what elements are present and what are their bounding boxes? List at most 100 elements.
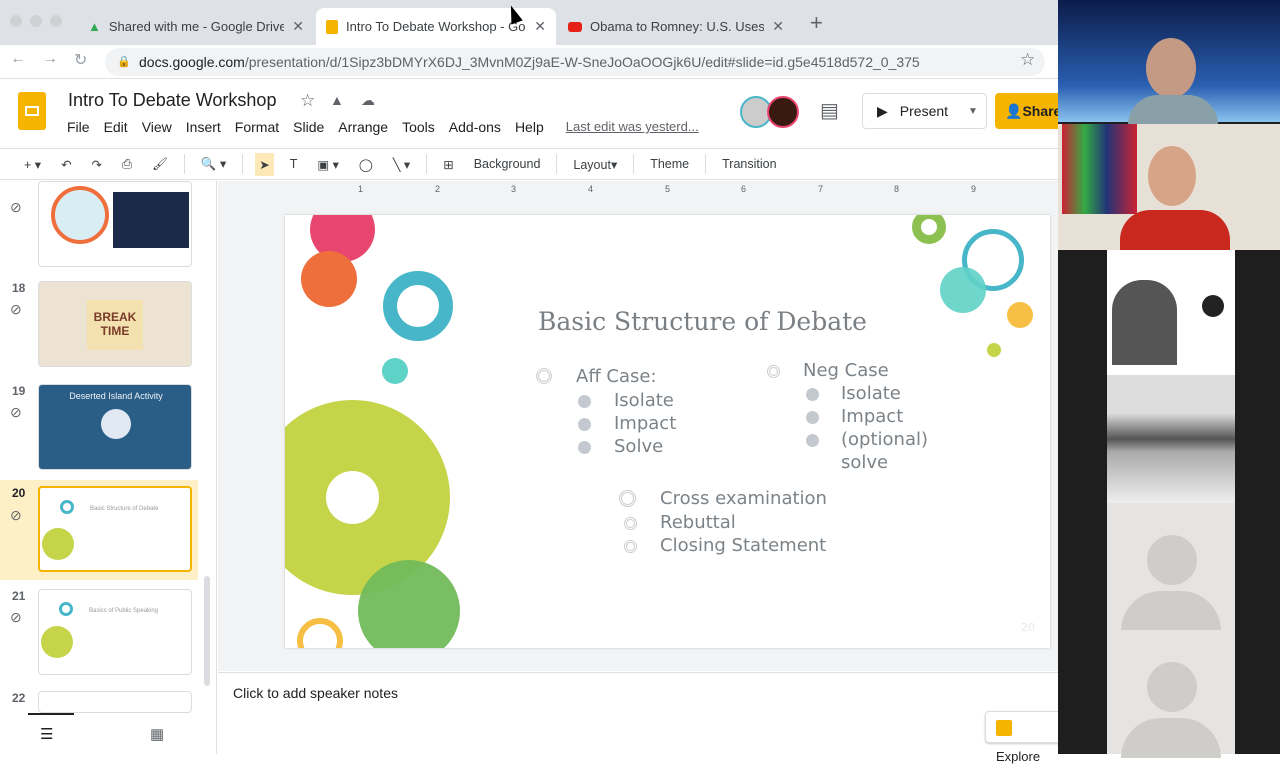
background-button[interactable]: Background bbox=[470, 153, 545, 175]
lock-icon: 🔒 bbox=[117, 56, 131, 68]
speaker-notes[interactable]: Click to add speaker notes Explore bbox=[218, 672, 1065, 764]
slide-title[interactable]: Basic Structure of Debate bbox=[538, 307, 867, 336]
collaborator-avatar[interactable] bbox=[767, 96, 799, 128]
menu-bar: File Edit View Insert Format Slide Arran… bbox=[67, 119, 699, 135]
bookmark-star-icon[interactable]: ☆ bbox=[1020, 50, 1035, 70]
shared-image-cartoon bbox=[1107, 250, 1235, 375]
bullet-item[interactable]: Solve bbox=[614, 436, 663, 457]
decor-circle bbox=[358, 560, 460, 648]
grid-view-icon[interactable]: ▦ bbox=[150, 725, 164, 743]
add-comment-icon[interactable]: ⊞ bbox=[439, 153, 457, 176]
filmstrip-view-icon[interactable]: ☰ bbox=[40, 725, 53, 743]
menu-help[interactable]: Help bbox=[515, 119, 544, 135]
bullet-item[interactable]: Impact bbox=[841, 406, 903, 427]
horizontal-ruler: 123456789 bbox=[358, 184, 977, 194]
filmstrip: BREAK TIME Deserted Island Activity Basi… bbox=[0, 181, 217, 754]
move-to-drive-icon[interactable]: ▲ bbox=[330, 92, 344, 108]
minimize-window-button[interactable] bbox=[30, 15, 42, 27]
menu-tools[interactable]: Tools bbox=[402, 119, 435, 135]
theme-button[interactable]: Theme bbox=[646, 153, 693, 175]
line-icon[interactable]: ╲ ▾ bbox=[389, 153, 414, 176]
bullet-item[interactable]: (optional) bbox=[841, 429, 928, 450]
tab-youtube[interactable]: Obama to Romney: U.S. Uses l ✕ bbox=[558, 8, 794, 45]
participant-video[interactable] bbox=[1058, 124, 1280, 250]
link-icon: ⊘ bbox=[10, 404, 22, 420]
paint-format-icon[interactable]: 🖌 bbox=[148, 153, 172, 176]
shape-icon[interactable]: ◯ bbox=[355, 153, 377, 176]
bullet-item[interactable]: Isolate bbox=[614, 390, 674, 411]
participant-video[interactable] bbox=[1058, 0, 1280, 125]
slide-thumbnail-20[interactable]: Basic Structure of Debate bbox=[38, 486, 192, 572]
redo-icon[interactable]: ↷ bbox=[88, 153, 106, 176]
slides-logo-icon[interactable] bbox=[18, 92, 46, 130]
image-icon[interactable]: ▣ ▾ bbox=[313, 153, 343, 176]
menu-arrange[interactable]: Arrange bbox=[338, 119, 388, 135]
participant-avatar[interactable] bbox=[1107, 630, 1235, 758]
menu-format[interactable]: Format bbox=[235, 119, 279, 135]
undo-icon[interactable]: ↶ bbox=[57, 153, 75, 176]
address-bar-row: ← → ↻ 🔒 docs.google.com/presentation/d/1S… bbox=[0, 45, 1058, 79]
menu-insert[interactable]: Insert bbox=[186, 119, 221, 135]
transition-button[interactable]: Transition bbox=[718, 153, 780, 175]
video-call-panel bbox=[1058, 0, 1280, 758]
present-button[interactable]: ▶ Present ▼ bbox=[862, 93, 987, 129]
slide-thumbnail-17[interactable] bbox=[38, 181, 192, 267]
text-box-icon[interactable]: T bbox=[286, 153, 302, 175]
bullet-item[interactable]: Rebuttal bbox=[660, 512, 736, 533]
slides-icon bbox=[326, 19, 338, 34]
aff-case-heading[interactable]: Aff Case: bbox=[576, 366, 657, 387]
share-button[interactable]: 👤Share bbox=[995, 93, 1065, 129]
slide-thumbnail-18[interactable]: BREAK TIME bbox=[38, 281, 192, 367]
slide-canvas[interactable]: Basic Structure of Debate Aff Case: Isol… bbox=[285, 215, 1050, 648]
last-edit-link[interactable]: Last edit was yesterd... bbox=[566, 119, 699, 135]
slide-thumbnail-21[interactable]: Basics of Public Speaking bbox=[38, 589, 192, 675]
menu-addons[interactable]: Add-ons bbox=[449, 119, 501, 135]
shared-image-landscape bbox=[1107, 375, 1235, 503]
docs-header: Intro To Debate Workshop ☆ ▲ ☁ File Edit… bbox=[0, 80, 1065, 146]
close-tab-icon[interactable]: ✕ bbox=[534, 18, 546, 35]
new-slide-button[interactable]: + ▾ bbox=[20, 153, 45, 176]
forward-button[interactable]: → bbox=[42, 50, 58, 68]
person-icon: 👤 bbox=[1005, 103, 1023, 119]
decor-ring bbox=[297, 618, 343, 648]
browser-tab-bar: ▲ Shared with me - Google Drive ✕ Intro T… bbox=[0, 0, 1058, 45]
slide-thumbnail-19[interactable]: Deserted Island Activity bbox=[38, 384, 192, 470]
close-window-button[interactable] bbox=[10, 15, 22, 27]
select-cursor-icon[interactable]: ➤ bbox=[255, 152, 274, 176]
link-icon: ⊘ bbox=[10, 609, 22, 625]
close-tab-icon[interactable]: ✕ bbox=[292, 18, 304, 35]
explore-icon bbox=[996, 719, 1012, 736]
bullet-item[interactable]: solve bbox=[841, 452, 888, 473]
menu-view[interactable]: View bbox=[142, 119, 172, 135]
filmstrip-scrollbar[interactable] bbox=[204, 576, 210, 686]
menu-slide[interactable]: Slide bbox=[293, 119, 324, 135]
layout-button[interactable]: Layout▾ bbox=[569, 153, 621, 176]
menu-edit[interactable]: Edit bbox=[104, 119, 128, 135]
bullet-item[interactable]: Impact bbox=[614, 413, 676, 434]
neg-case-heading[interactable]: Neg Case bbox=[803, 360, 889, 381]
link-icon: ⊘ bbox=[10, 507, 22, 523]
zoom-icon[interactable]: 🔍 ▾ bbox=[197, 152, 230, 176]
slide-thumbnail-22[interactable] bbox=[38, 691, 192, 713]
present-dropdown-icon[interactable]: ▼ bbox=[968, 106, 978, 117]
back-button[interactable]: ← bbox=[10, 50, 26, 68]
decor-ring bbox=[383, 271, 453, 341]
bullet-item[interactable]: Cross examination bbox=[660, 488, 827, 509]
document-title[interactable]: Intro To Debate Workshop bbox=[68, 90, 276, 111]
participant-avatar[interactable] bbox=[1107, 503, 1235, 631]
decor-circle bbox=[1007, 302, 1033, 328]
bullet-item[interactable]: Isolate bbox=[841, 383, 901, 404]
tab-google-drive[interactable]: ▲ Shared with me - Google Drive ✕ bbox=[78, 8, 314, 45]
maximize-window-button[interactable] bbox=[50, 15, 62, 27]
close-tab-icon[interactable]: ✕ bbox=[772, 18, 784, 35]
menu-file[interactable]: File bbox=[67, 119, 90, 135]
slide-number: 20 bbox=[1021, 621, 1035, 634]
explore-button[interactable]: Explore bbox=[985, 711, 1065, 764]
reload-button[interactable]: ↻ bbox=[74, 50, 87, 70]
star-icon[interactable]: ☆ bbox=[300, 91, 315, 111]
bullet-item[interactable]: Closing Statement bbox=[660, 535, 826, 556]
print-icon[interactable]: ⎙ bbox=[118, 153, 136, 176]
url-input[interactable]: 🔒 docs.google.com/presentation/d/1Sipz3bD… bbox=[105, 48, 1045, 76]
comments-icon[interactable]: ▤ bbox=[820, 98, 839, 123]
new-tab-button[interactable]: + bbox=[810, 10, 823, 36]
